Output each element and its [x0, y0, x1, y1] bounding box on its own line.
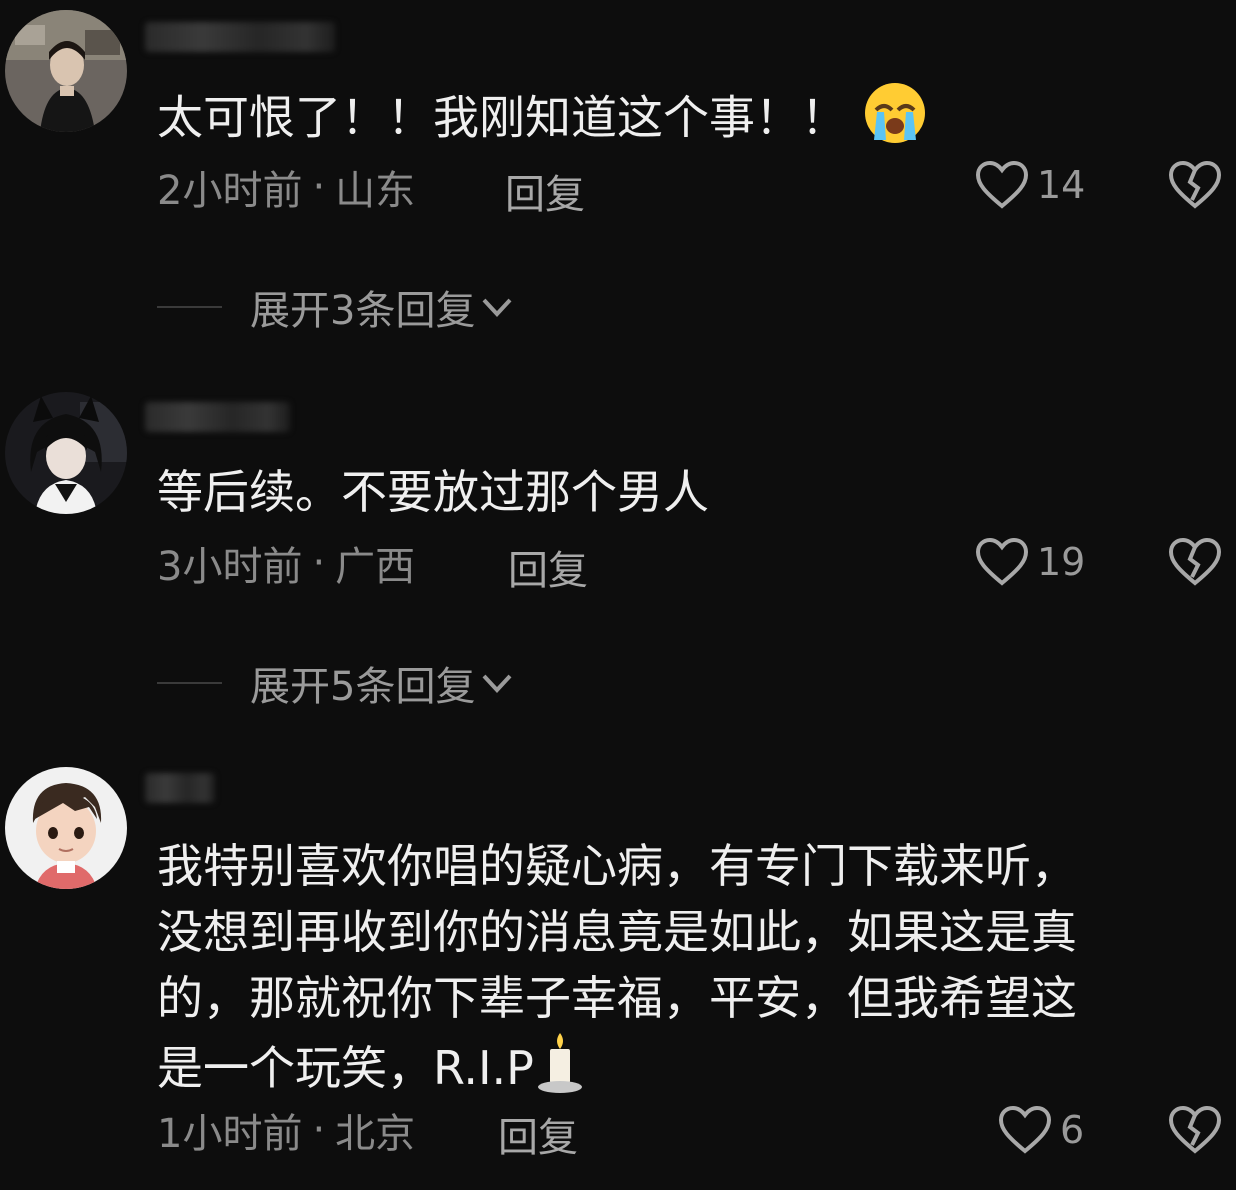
- comment-line: 没想到再收到你的消息竟是如此，如果这是真: [157, 905, 1077, 959]
- comment-line: 我特别喜欢你唱的疑心病，有专门下载来听，: [157, 839, 1077, 893]
- comment-text: 我特别喜欢你唱的疑心病，有专门下载来听， 没想到再收到你的消息竟是如此，如果这是…: [157, 833, 1077, 1112]
- timestamp: 3小时前: [157, 544, 303, 590]
- reply-button[interactable]: 回复: [508, 538, 588, 596]
- divider: [157, 306, 222, 308]
- comment-3: 我特别喜欢你唱的疑心病，有专门下载来听， 没想到再收到你的消息竟是如此，如果这是…: [0, 755, 1236, 1190]
- separator: ·: [312, 164, 326, 210]
- comment-2: 等后续。不要放过那个男人 3小时前 · 广西 回复 19 展开5条回复: [0, 380, 1236, 720]
- location: 山东: [335, 168, 416, 214]
- comment-1: 太可恨了！！我刚知道这个事！！ 2小时前 · 山东 回复 14 展开3条回复: [0, 0, 1236, 360]
- expand-replies-label: 展开5条回复: [250, 664, 476, 710]
- expand-replies[interactable]: 展开5条回复: [157, 654, 515, 712]
- like-button[interactable]: 6: [998, 1105, 1084, 1155]
- comment-meta: 3小时前 · 广西: [157, 538, 415, 590]
- expand-replies[interactable]: 展开3条回复: [157, 278, 515, 336]
- chevron-down-icon: [482, 674, 512, 693]
- timestamp: 1小时前: [157, 1111, 303, 1157]
- like-count: 6: [1060, 1108, 1085, 1152]
- like-button[interactable]: 19: [975, 537, 1085, 587]
- comment-line: 是一个玩笑，R.I.P: [157, 1041, 534, 1095]
- separator: ·: [312, 540, 326, 586]
- comment-text-content: 太可恨了！！我刚知道这个事！！: [157, 90, 847, 145]
- avatar[interactable]: [5, 767, 127, 889]
- broken-heart-icon: [1168, 160, 1222, 209]
- reply-button[interactable]: 回复: [498, 1105, 578, 1163]
- comment-meta: 1小时前 · 北京: [157, 1105, 415, 1157]
- like-count: 14: [1037, 163, 1086, 207]
- separator: ·: [312, 1107, 326, 1153]
- comment-line: 的，那就祝你下辈子幸福，平安，但我希望这: [157, 971, 1077, 1025]
- dislike-button[interactable]: [1168, 160, 1222, 214]
- chevron-down-icon: [482, 298, 512, 317]
- dislike-button[interactable]: [1168, 537, 1222, 591]
- like-count: 19: [1037, 540, 1086, 584]
- loudly-crying-face-emoji: [862, 80, 928, 162]
- divider: [157, 682, 222, 684]
- reply-button[interactable]: 回复: [505, 162, 585, 220]
- comment-line-last: 是一个玩笑，R.I.P: [157, 1031, 1077, 1112]
- timestamp: 2小时前: [157, 168, 303, 214]
- expand-replies-label: 展开3条回复: [250, 288, 476, 334]
- dislike-button[interactable]: [1168, 1105, 1222, 1159]
- username-blurred[interactable]: [145, 22, 335, 52]
- username-blurred[interactable]: [145, 773, 215, 803]
- candle-emoji: [534, 1031, 586, 1112]
- comment-text-content: 等后续。不要放过那个男人: [157, 465, 709, 519]
- heart-outline-icon: [975, 160, 1029, 209]
- heart-outline-icon: [975, 537, 1029, 586]
- avatar[interactable]: [5, 392, 127, 514]
- comment-text: 太可恨了！！我刚知道这个事！！: [157, 80, 928, 162]
- broken-heart-icon: [1168, 537, 1222, 586]
- comment-text: 等后续。不要放过那个男人: [157, 460, 709, 524]
- location: 广西: [335, 544, 416, 590]
- username-blurred[interactable]: [145, 402, 290, 432]
- broken-heart-icon: [1168, 1105, 1222, 1154]
- avatar[interactable]: [5, 10, 127, 132]
- like-button[interactable]: 14: [975, 160, 1085, 210]
- heart-outline-icon: [998, 1105, 1052, 1154]
- comment-meta: 2小时前 · 山东: [157, 162, 415, 214]
- location: 北京: [335, 1111, 416, 1157]
